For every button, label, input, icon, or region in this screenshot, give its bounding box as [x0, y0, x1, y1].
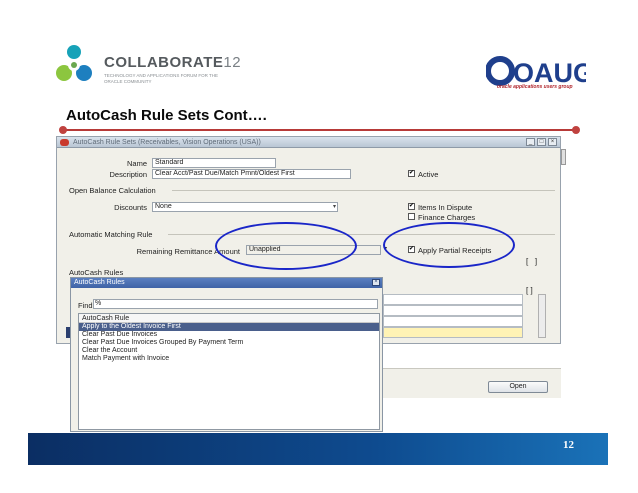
window-titlebar[interactable]: AutoCash Rule Sets (Receivables, Vision … [57, 137, 560, 148]
chevron-down-icon[interactable]: ▾ [333, 203, 336, 211]
lov-column-header: AutoCash Rule [79, 314, 379, 323]
find-input[interactable]: % [93, 299, 378, 309]
name-label: Name [126, 159, 147, 168]
divider-dot-left [59, 126, 67, 134]
autocash-rules-section-title: AutoCash Rules [69, 268, 124, 277]
list-item[interactable]: Clear Past Due Invoices [79, 331, 379, 339]
highlight-ellipse-remittance [215, 222, 357, 270]
title-divider [63, 129, 576, 131]
table-row[interactable] [383, 305, 523, 316]
list-item[interactable]: Apply to the Oldest Invoice First [79, 323, 379, 331]
oracle-app-icon [60, 138, 69, 146]
collaborate-brand: COLLABORATE12 [104, 54, 242, 71]
lov-title: AutoCash Rules [74, 279, 125, 286]
description-label: Description [109, 170, 147, 179]
footer-bar [28, 433, 608, 465]
autocash-rules-lov-dialog: AutoCash Rules × Find % AutoCash Rule Ap… [70, 277, 383, 432]
active-label: Active [418, 170, 439, 179]
discounts-select[interactable]: None ▾ [152, 202, 338, 212]
section-rule [172, 190, 555, 191]
divider-dot-right [572, 126, 580, 134]
grid-scrollbar[interactable] [538, 294, 546, 338]
find-label: Find [78, 301, 93, 310]
table-row[interactable] [383, 316, 523, 327]
collaborate-tagline: TECHNOLOGY AND APPLICATIONS FORUM FOR TH… [104, 73, 219, 84]
close-icon[interactable]: × [548, 138, 557, 146]
oaug-subtitle: oracle applications users group [497, 84, 573, 90]
list-item[interactable]: Clear the Account [79, 347, 379, 355]
auto-matching-section-title: Automatic Matching Rule [69, 230, 153, 239]
checkmark-icon: ✔ [409, 203, 415, 209]
page-number: 12 [563, 439, 574, 451]
name-field[interactable]: Standard [152, 158, 276, 168]
open-balance-section-title: Open Balance Calculation [69, 186, 156, 195]
list-item[interactable]: Clear Past Due Invoices Grouped By Payme… [79, 339, 379, 347]
collaborate-logo-icon [56, 45, 92, 81]
flex-field-bracket[interactable]: [ ] [526, 257, 537, 266]
finance-charges-label: Finance Charges [418, 213, 476, 222]
description-field[interactable]: Clear Acct/Past Due/Match Pmnt/Oldest Fi… [152, 169, 351, 179]
window-side-strip [561, 149, 566, 165]
items-in-dispute-checkbox[interactable]: ✔ [408, 203, 415, 210]
flex-field-bracket[interactable]: [ ] [526, 286, 533, 295]
slide-title: AutoCash Rule Sets Cont…. [66, 107, 267, 124]
finance-charges-checkbox[interactable] [408, 213, 415, 220]
minimize-icon[interactable]: _ [526, 138, 535, 146]
discounts-label: Discounts [114, 203, 147, 212]
window-title: AutoCash Rule Sets (Receivables, Vision … [73, 138, 261, 146]
lov-titlebar[interactable]: AutoCash Rules × [71, 278, 382, 288]
discounts-value: None [155, 203, 172, 210]
checkmark-icon: ✔ [409, 170, 415, 176]
highlight-ellipse-partial-receipts [383, 222, 515, 268]
list-item[interactable]: Match Payment with Invoice [79, 355, 379, 363]
close-icon[interactable]: × [372, 279, 380, 286]
table-row[interactable] [383, 294, 523, 305]
items-in-dispute-label: Items In Dispute [418, 203, 473, 212]
active-checkbox[interactable]: ✔ [408, 170, 415, 177]
open-button[interactable]: Open [488, 381, 548, 393]
lov-results-list[interactable]: AutoCash Rule Apply to the Oldest Invoic… [78, 313, 380, 430]
maximize-icon[interactable]: □ [537, 138, 546, 146]
table-row[interactable] [383, 327, 523, 338]
